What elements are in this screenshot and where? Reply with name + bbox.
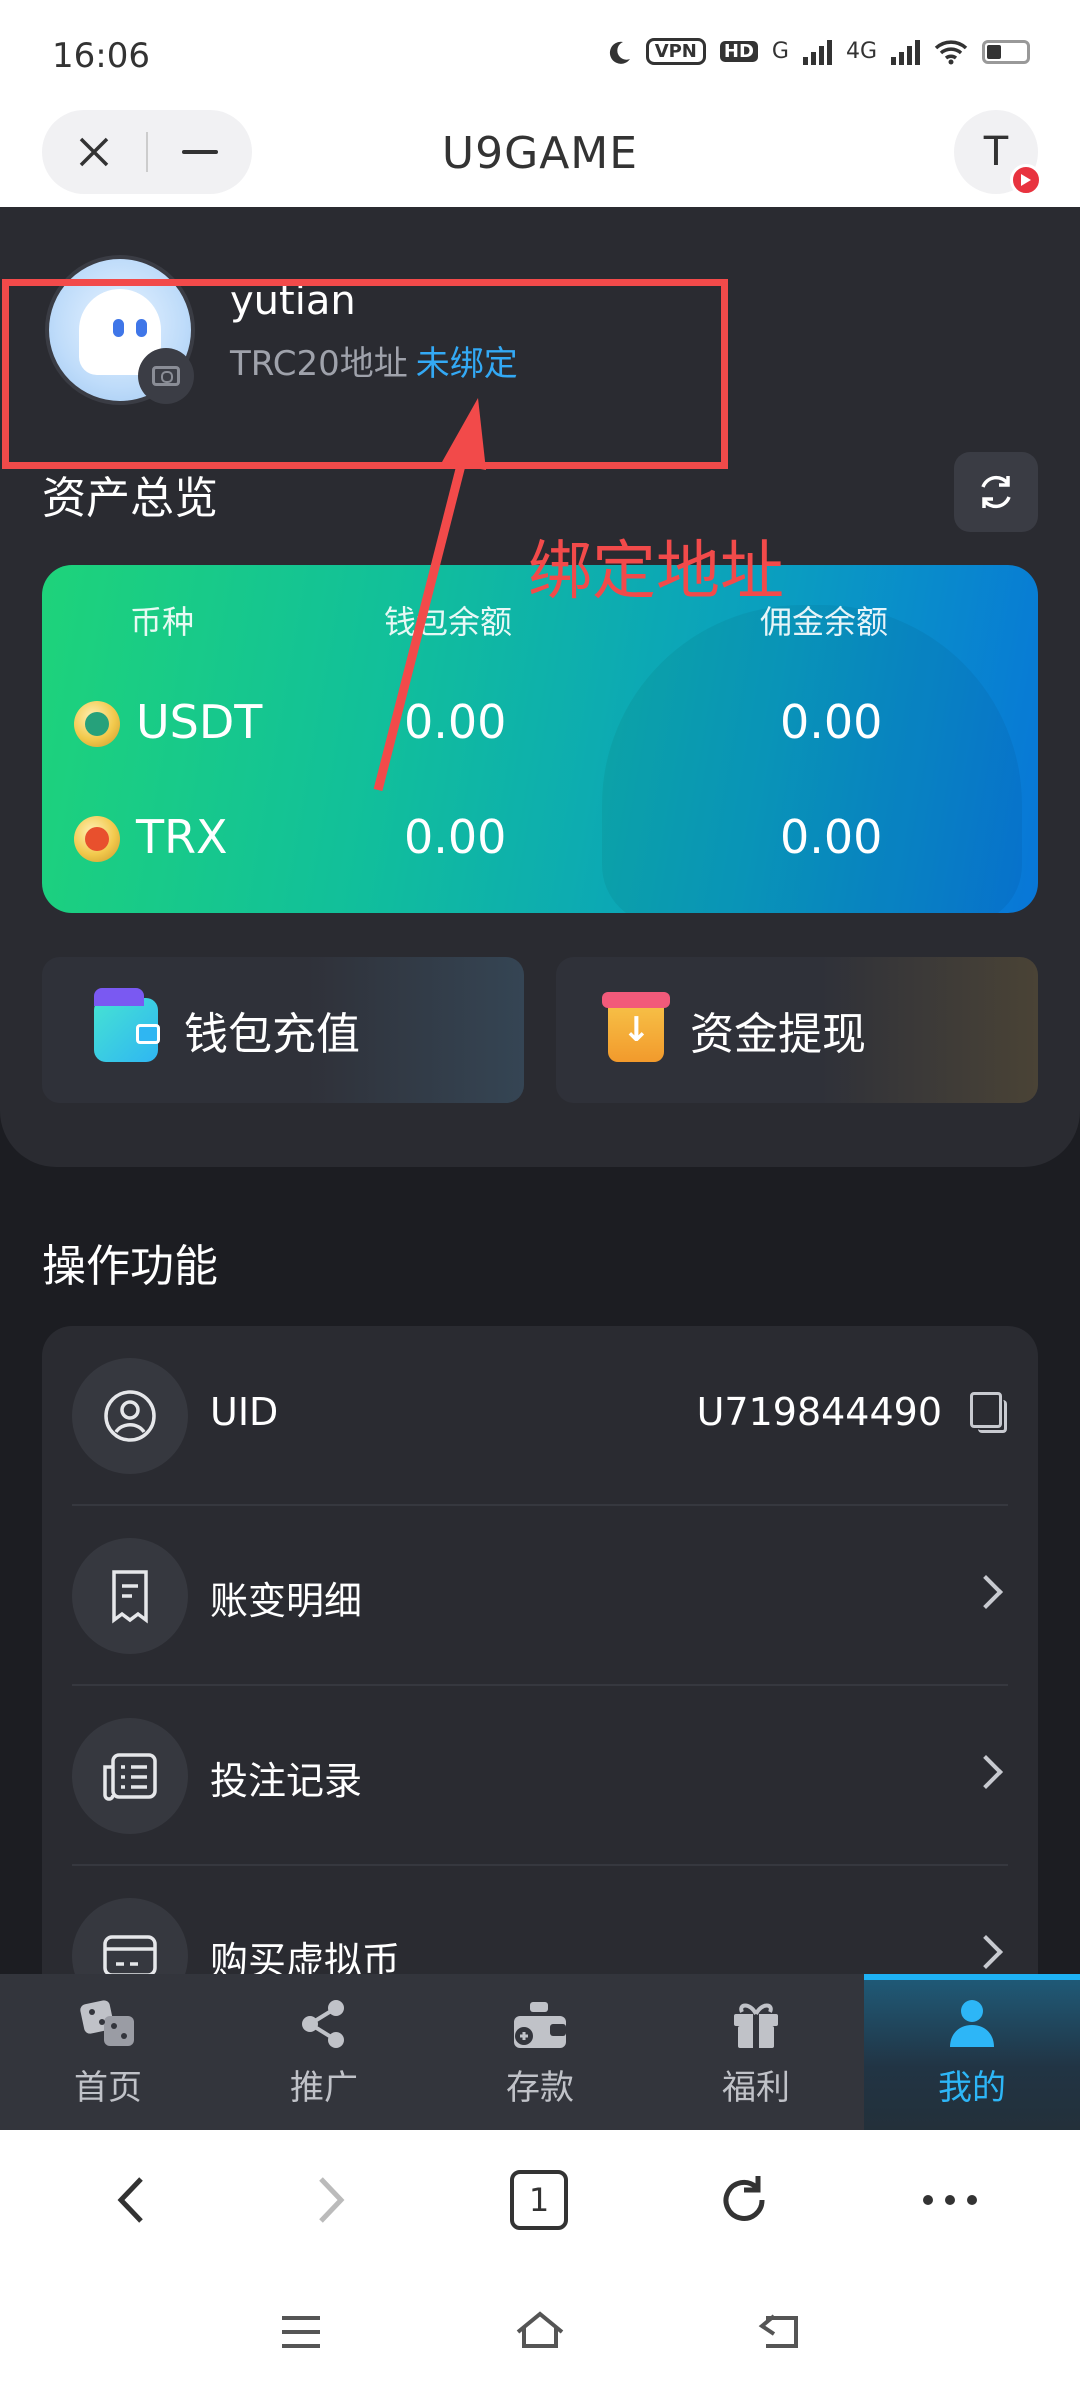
wifi-icon <box>934 39 968 64</box>
tab-promote[interactable]: 推广 <box>216 1974 432 2130</box>
hd-badge: HD <box>719 41 758 62</box>
transaction-history-row[interactable]: 账变明细 <box>42 1506 1038 1686</box>
chevron-right-icon <box>969 1755 1003 1789</box>
operations-list: UID U719844490 账变明细 投注记录 购买虚拟币 <box>42 1326 1038 1976</box>
buy-crypto-row[interactable]: 购买虚拟币 <box>42 1866 1038 1976</box>
tab-label: 首页 <box>74 2068 142 2108</box>
forward-button[interactable] <box>302 2170 362 2230</box>
withdraw-button[interactable]: 资金提现 <box>556 957 1038 1103</box>
more-icon <box>923 2195 977 2205</box>
menu-icon[interactable] <box>280 2314 322 2350</box>
tabs-button[interactable]: 1 <box>506 2170 572 2230</box>
coin-name: USDT <box>136 695 263 749</box>
signal-icon <box>802 39 832 65</box>
status-time: 16:06 <box>52 36 150 76</box>
copy-icon[interactable] <box>970 1392 1007 1433</box>
page-title: U9GAME <box>441 128 639 179</box>
bottom-tab-bar: 首页 推广 存款 福利 我的 <box>0 1974 1080 2130</box>
signal-icon-2 <box>891 39 920 65</box>
vpn-badge: VPN <box>645 38 706 65</box>
withdraw-icon <box>602 992 670 1062</box>
refresh-icon <box>981 475 1011 509</box>
assets-title: 资产总览 <box>42 473 218 524</box>
annotation-highlight-box <box>2 279 728 469</box>
network-type-label: G <box>771 39 789 64</box>
operations-title: 操作功能 <box>42 1241 218 1292</box>
wallet-account-avatar[interactable]: T <box>954 110 1042 196</box>
wallet-icon <box>94 988 160 1062</box>
balance-row-trx: TRX 0.00 0.00 <box>42 798 1038 878</box>
wallet-deposit-button[interactable]: 钱包充值 <box>42 957 524 1103</box>
tab-count: 1 <box>510 2170 568 2230</box>
refresh-button[interactable] <box>954 452 1038 532</box>
balance-card: 币种 钱包余额 佣金余额 USDT 0.00 0.00 TRX 0.00 0.0… <box>42 565 1038 913</box>
column-wallet-balance: 钱包余额 <box>384 603 513 641</box>
tab-rewards[interactable]: 福利 <box>648 1974 864 2130</box>
uid-label: UID <box>210 1390 279 1434</box>
betting-record-label: 投注记录 <box>210 1759 363 1803</box>
gift-icon <box>726 1996 786 2052</box>
network-type-label-2: 4G <box>845 39 877 64</box>
tab-deposit[interactable]: 存款 <box>432 1974 648 2130</box>
betting-record-icon <box>72 1718 188 1834</box>
battery-icon <box>982 39 1030 64</box>
moon-icon <box>609 41 630 64</box>
balance-row-usdt: USDT 0.00 0.00 <box>42 683 1038 763</box>
tab-label: 福利 <box>722 2068 790 2108</box>
chevron-right-icon <box>969 1575 1003 1609</box>
dice-icon <box>78 1996 138 2052</box>
deposit-label: 钱包充值 <box>184 1009 360 1060</box>
status-icons: VPN HD G 4G <box>606 38 1030 65</box>
tab-profile[interactable]: 我的 <box>864 1974 1080 2130</box>
annotation-label: 绑定地址 <box>528 535 784 609</box>
uid-row[interactable]: UID U719844490 <box>42 1326 1038 1506</box>
buy-crypto-label: 购买虚拟币 <box>210 1939 401 1976</box>
user-circle-icon <box>72 1358 188 1474</box>
wallet-balance: 0.00 <box>404 695 507 749</box>
reload-icon <box>723 2176 765 2221</box>
wallet-balance: 0.00 <box>404 810 507 864</box>
receipt-icon <box>72 1538 188 1654</box>
commission-balance: 0.00 <box>780 810 883 864</box>
column-coin: 币种 <box>130 603 195 641</box>
transaction-history-label: 账变明细 <box>210 1579 363 1623</box>
deposit-icon <box>510 1996 570 2052</box>
chevron-right-icon <box>319 2177 345 2223</box>
withdraw-label: 资金提现 <box>690 1009 866 1060</box>
tab-label: 推广 <box>290 2068 358 2108</box>
back-nav-icon[interactable] <box>756 2314 800 2350</box>
status-bar: 16:06 VPN HD G 4G <box>0 0 1080 100</box>
avatar-letter: T <box>983 129 1009 175</box>
tab-label: 存款 <box>506 2068 574 2108</box>
person-icon <box>942 1996 1002 2052</box>
more-button[interactable] <box>918 2170 982 2230</box>
commission-balance: 0.00 <box>780 695 883 749</box>
usdt-coin-icon <box>74 701 120 747</box>
chevron-left-icon <box>117 2177 143 2223</box>
share-icon <box>294 1996 354 2052</box>
tron-icon <box>1010 164 1042 196</box>
betting-record-row[interactable]: 投注记录 <box>42 1686 1038 1866</box>
card-icon <box>72 1898 188 1976</box>
app-header: U9GAME T <box>0 100 1080 207</box>
back-button[interactable] <box>100 2170 160 2230</box>
browser-toolbar: 1 <box>0 2130 1080 2270</box>
trx-coin-icon <box>74 816 120 862</box>
home-icon[interactable] <box>514 2310 566 2350</box>
chevron-right-icon <box>969 1935 1003 1969</box>
uid-value: U719844490 <box>696 1390 942 1434</box>
coin-name: TRX <box>136 810 228 864</box>
tab-home[interactable]: 首页 <box>0 1974 216 2130</box>
reload-button[interactable] <box>712 2170 776 2230</box>
system-navigation-bar <box>0 2270 1080 2388</box>
tab-label: 我的 <box>938 2068 1006 2108</box>
